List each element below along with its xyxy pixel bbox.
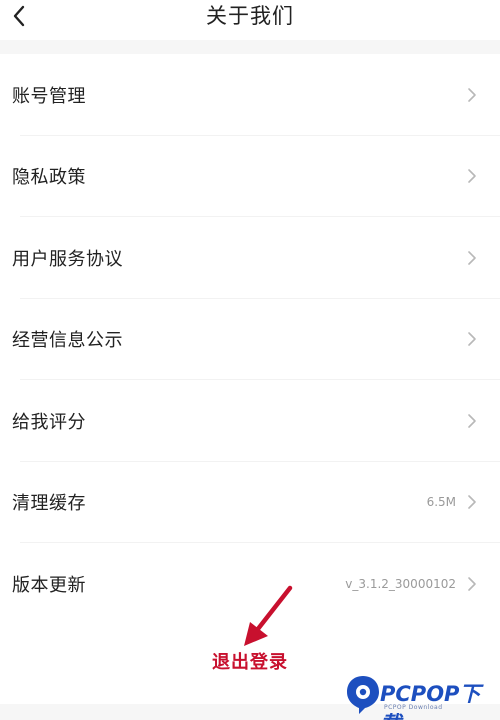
top-bar: 关于我们 [0, 0, 500, 40]
page-title: 关于我们 [206, 4, 294, 28]
logout-button[interactable]: 退出登录 [0, 648, 500, 674]
chevron-right-icon [466, 330, 478, 348]
menu-item-label: 账号管理 [12, 85, 86, 107]
menu-item-rate-us[interactable]: 给我评分 [0, 380, 500, 462]
cache-size-value: 6.5M [426, 495, 456, 510]
menu-item-business-info[interactable]: 经营信息公示 [0, 299, 500, 380]
watermark-brand: PCPOP下载 [380, 682, 481, 720]
menu-item-privacy-policy[interactable]: 隐私政策 [0, 136, 500, 217]
watermark-subtitle: PCPOP Download [384, 704, 443, 711]
menu-item-clear-cache[interactable]: 清理缓存 6.5M [0, 462, 500, 543]
chevron-right-icon [466, 493, 478, 511]
menu-item-label: 用户服务协议 [12, 248, 123, 270]
menu-item-label: 经营信息公示 [12, 330, 123, 352]
watermark: PCPOP下载 PCPOP Download [344, 674, 500, 720]
chevron-right-icon [466, 86, 478, 104]
menu-item-label: 版本更新 [12, 574, 86, 596]
menu-item-account-management[interactable]: 账号管理 [0, 54, 500, 136]
pcpop-logo-icon [347, 676, 379, 714]
header-divider [0, 40, 500, 54]
menu-item-label: 给我评分 [12, 411, 86, 433]
chevron-right-icon [466, 575, 478, 593]
menu-item-label: 清理缓存 [12, 493, 86, 515]
chevron-right-icon [466, 249, 478, 267]
about-us-screen: 关于我们 账号管理 隐私政策 用户服务协议 经营信息公示 给我评分 清理缓存 6… [0, 0, 500, 720]
chevron-right-icon [466, 167, 478, 185]
version-value: v_3.1.2_30000102 [345, 576, 456, 591]
settings-menu: 账号管理 隐私政策 用户服务协议 经营信息公示 给我评分 清理缓存 6.5M 版… [0, 54, 500, 625]
chevron-right-icon [466, 412, 478, 430]
menu-item-label: 隐私政策 [12, 167, 86, 189]
menu-item-user-agreement[interactable]: 用户服务协议 [0, 217, 500, 299]
annotation-arrow-icon [244, 585, 293, 646]
